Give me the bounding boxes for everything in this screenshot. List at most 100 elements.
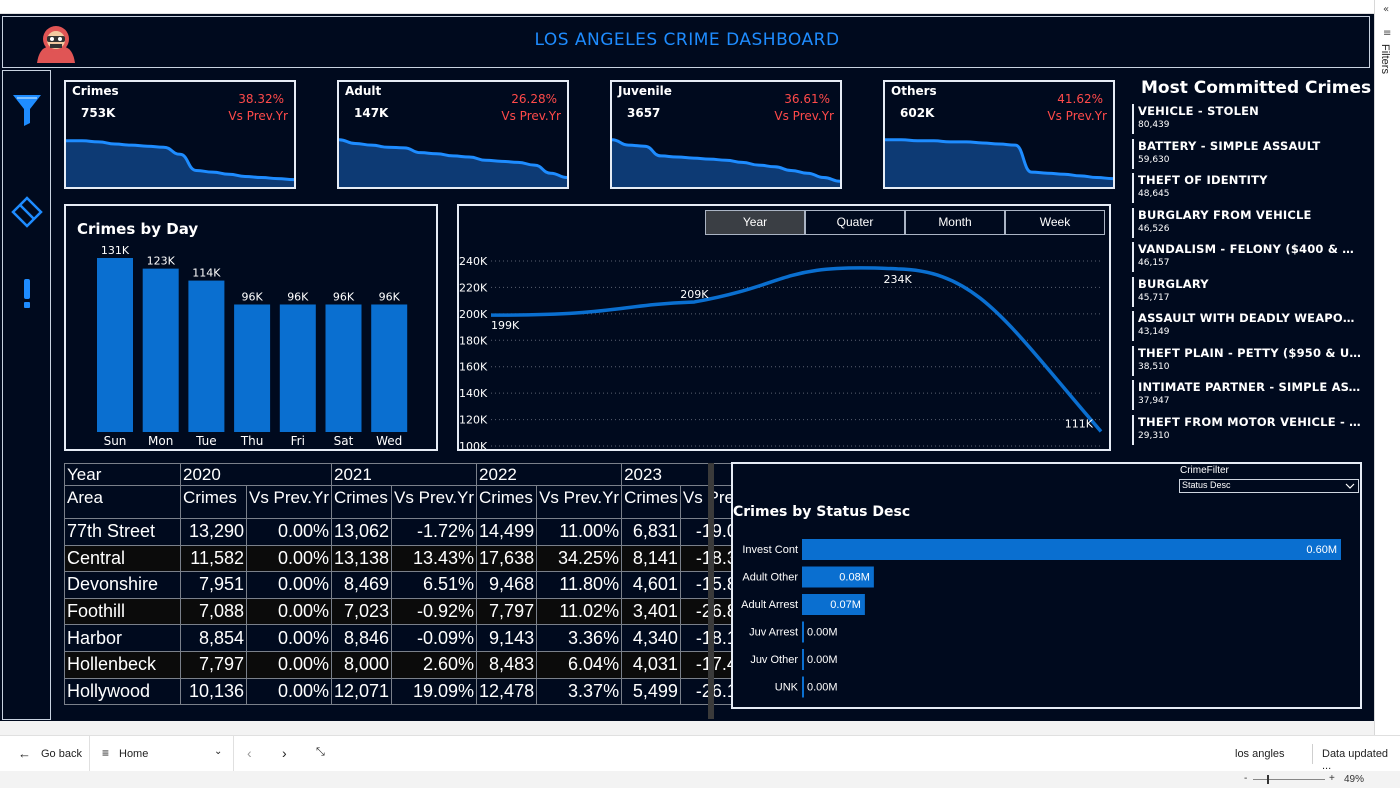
collapse-icon[interactable]: ⤡ [316, 746, 325, 759]
crimes-header[interactable]: Crimes [476, 485, 538, 519]
day-bar[interactable] [142, 268, 179, 432]
table-header-metrics: Area Crimes Vs Prev.Yr Crimes Vs Prev.Yr… [64, 485, 766, 519]
kpi-vs-label: Vs Prev.Yr [501, 109, 561, 123]
crime-list-item[interactable]: THEFT OF IDENTITY 48,645 [1132, 173, 1362, 203]
kpi-card-others[interactable]: Others 602K 41.62% Vs Prev.Yr [883, 80, 1115, 189]
area-cell: 77th Street [64, 518, 181, 546]
crimes-cell: 5,499 [621, 677, 681, 706]
filter-icon[interactable] [11, 93, 43, 127]
crime-list-item[interactable]: BURGLARY 45,717 [1132, 276, 1362, 307]
status-bar[interactable] [802, 649, 804, 670]
crime-list-item[interactable]: BATTERY - SIMPLE ASSAULT 59,630 [1132, 138, 1362, 169]
year-2020-header[interactable]: 2020 [180, 463, 332, 486]
day-bar[interactable] [325, 304, 362, 432]
crimes-cell: 4,031 [621, 650, 681, 679]
vs-prev-header[interactable]: Vs Prev.Yr [391, 485, 478, 519]
table-row[interactable]: 77th Street 13,290 0.00% 13,062 -1.72% 14,499… [64, 518, 766, 546]
day-bar[interactable] [371, 304, 408, 432]
table-row[interactable]: Foothill 7,088 0.00% 7,023 -0.92% 7,797 11.02%… [64, 597, 766, 626]
crimes-cell: 14,499 [476, 518, 538, 546]
period-tabs: Year Quater Month Week [705, 210, 1105, 236]
zoom-level[interactable]: 49% [1344, 774, 1364, 785]
collapse-chevron-icon[interactable]: « [1383, 4, 1389, 15]
status-bar[interactable] [802, 676, 804, 698]
area-header[interactable]: Area [64, 485, 181, 519]
next-page-icon[interactable]: › [282, 745, 287, 761]
table-row[interactable]: Hollywood 10,136 0.00% 12,071 19.09% 12,478 3.… [64, 677, 766, 706]
crime-list-item[interactable]: VEHICLE - STOLEN 80,439 [1132, 104, 1362, 134]
data-updated-status[interactable]: Data updated ... [1322, 748, 1400, 772]
zoom-slider-handle[interactable] [1267, 775, 1269, 784]
crime-list-item[interactable]: VANDALISM - FELONY ($400 & OVER, ... 46,1… [1132, 242, 1362, 272]
crimes-cell: 9,143 [476, 624, 538, 652]
tab-quarter[interactable]: Quater [805, 210, 905, 235]
crime-list-item[interactable]: BURGLARY FROM VEHICLE 46,526 [1132, 207, 1362, 238]
vs-prev-cell: -1.72% [391, 518, 478, 546]
tab-year[interactable]: Year [705, 210, 805, 235]
kpi-sparkline [612, 138, 840, 187]
crime-count: 29,310 [1138, 430, 1170, 441]
table-scrollbar[interactable] [708, 463, 714, 719]
table-row[interactable]: Devonshire 7,951 0.00% 8,469 6.51% 9,468 11.80… [64, 571, 766, 599]
eraser-icon[interactable] [11, 196, 43, 228]
vs-prev-header[interactable]: Vs Prev.Yr [536, 485, 623, 519]
tab-week[interactable]: Week [1005, 210, 1105, 235]
previous-page-icon[interactable]: ‹ [247, 745, 252, 761]
trend-line[interactable] [490, 266, 1103, 433]
kpi-change-pct: 26.28% [511, 92, 557, 106]
crime-count: 43,149 [1138, 327, 1170, 337]
status-bar[interactable] [802, 539, 1341, 560]
zoom-in-icon[interactable]: + [1329, 773, 1335, 784]
back-arrow-icon[interactable]: ← [18, 746, 31, 761]
exclamation-icon[interactable] [21, 279, 33, 309]
page-selector[interactable]: Home [119, 748, 148, 760]
crimes-cell: 8,141 [621, 544, 681, 573]
kpi-card-adult[interactable]: Adult 147K 26.28% Vs Prev.Yr [337, 80, 569, 189]
zoom-out-icon[interactable]: - [1244, 773, 1247, 784]
area-matrix-table: Year 2020 2021 2022 2023 Area Crimes Vs … [64, 463, 766, 706]
crime-list-item[interactable]: THEFT PLAIN - PETTY ($950 & UNDER)38,510 [1132, 345, 1362, 376]
day-bar[interactable] [97, 258, 133, 432]
year-2021-header[interactable]: 2021 [330, 463, 478, 486]
day-bar[interactable] [279, 304, 316, 432]
crimes-by-day-panel: Crimes by Day 131K Sun 123K Mon 114K Tue 96K Th… [64, 204, 438, 451]
y-tick-label: Juv Other [750, 654, 798, 666]
table-row[interactable]: Hollenbeck 7,797 0.00% 8,000 2.60% 8,483 6.04%… [64, 650, 766, 679]
day-bar[interactable] [188, 280, 225, 432]
crimes-header[interactable]: Crimes [621, 485, 681, 519]
bar-data-label: 114K [192, 267, 221, 280]
table-row[interactable]: Harbor 8,854 0.00% 8,846 -0.09% 9,143 3.36% 4,3… [64, 624, 766, 652]
crime-list-item[interactable]: THEFT FROM MOTOR VEHICLE - PETT...29,310 [1132, 414, 1362, 445]
bar-data-label: 0.07M [830, 599, 861, 611]
x-tick-label: 2021 [680, 448, 708, 449]
vs-prev-cell: 0.00% [246, 571, 332, 599]
chevron-down-icon[interactable]: ⌄ [214, 746, 222, 757]
go-back-button[interactable]: Go back [41, 748, 82, 760]
vs-prev-cell: 34.25% [536, 544, 623, 573]
point-data-label: 234K [884, 273, 913, 286]
year-2022-header[interactable]: 2022 [476, 463, 623, 486]
day-bar[interactable] [234, 304, 271, 432]
kpi-card-crimes[interactable]: Crimes 753K 38.32% Vs Prev.Yr [64, 80, 296, 189]
filters-pane[interactable]: « ≡ Filters [1374, 0, 1400, 735]
y-tick-label: 180K [459, 334, 488, 347]
area-cell: Devonshire [64, 571, 181, 599]
crimes-cell: 7,797 [476, 597, 538, 626]
crimes-header[interactable]: Crimes [180, 485, 247, 519]
crime-name: THEFT FROM MOTOR VEHICLE - PETT... [1138, 414, 1362, 429]
tab-month[interactable]: Month [905, 210, 1005, 235]
kpi-sparkline [885, 138, 1113, 187]
crimes-cell: 8,469 [330, 571, 393, 599]
status-bar[interactable] [802, 621, 804, 643]
crimes-header[interactable]: Crimes [330, 485, 393, 519]
table-row[interactable]: Central 11,582 0.00% 13,138 13.43% 17,638 34.2… [64, 544, 766, 573]
zoom-slider[interactable] [1253, 775, 1325, 784]
vs-prev-cell: 6.04% [536, 650, 623, 679]
filters-label[interactable]: Filters [1379, 44, 1391, 74]
divider [89, 736, 90, 772]
vs-prev-header[interactable]: Vs Prev.Yr [246, 485, 332, 519]
kpi-card-juvenile[interactable]: Juvenile 3657 36.61% Vs Prev.Yr [610, 80, 842, 189]
crime-list-item[interactable]: ASSAULT WITH DEADLY WEAPON, AG... 43,149 [1132, 311, 1362, 341]
crimes-cell: 7,797 [180, 650, 247, 679]
crime-list-item[interactable]: INTIMATE PARTNER - SIMPLE ASSAU... 37,947 [1132, 380, 1362, 410]
